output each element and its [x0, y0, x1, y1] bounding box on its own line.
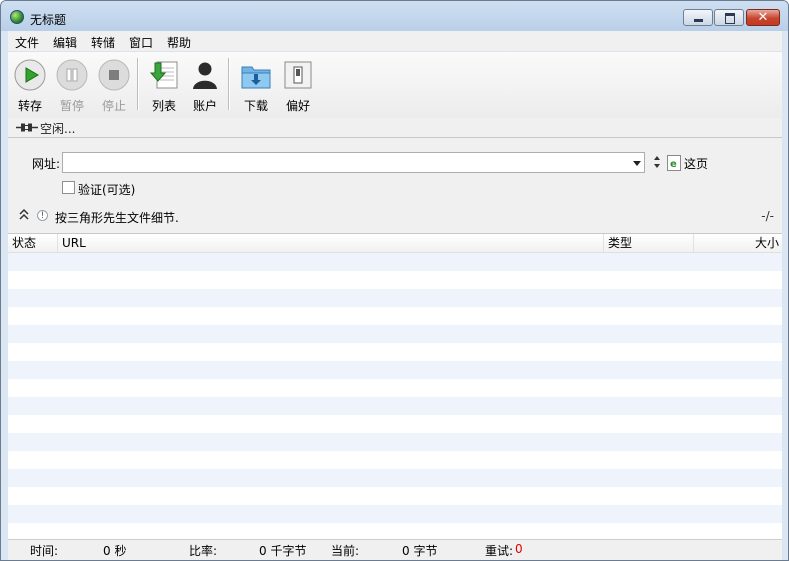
plug-icon [16, 123, 38, 132]
menu-window[interactable]: 窗口 [129, 34, 153, 51]
table-header: 状态 URL 类型 大小 [8, 234, 782, 253]
stop-label: 停止 [101, 99, 126, 113]
column-type[interactable]: 类型 [604, 234, 694, 252]
pause-label: 暂停 [59, 99, 84, 113]
column-size[interactable]: 大小 [694, 234, 782, 252]
maximize-button[interactable] [714, 9, 744, 26]
hint-text: 按三角形先生文件细节. [55, 211, 179, 225]
account-button[interactable]: 账户 [185, 57, 225, 113]
list-button[interactable]: 列表 [144, 57, 184, 113]
progress-indicator: -/- [761, 209, 774, 223]
maximize-icon [725, 13, 735, 24]
menu-file[interactable]: 文件 [15, 34, 39, 51]
retry-value: 0 [515, 542, 523, 556]
list-download-icon [148, 59, 180, 91]
footer-stats: 时间: 0 秒 比率: 0 千字节 当前: 0 字节 重试: 0 [8, 539, 782, 560]
url-label: 网址: [32, 157, 61, 171]
time-value: 0 秒 [103, 544, 127, 558]
ratio-label: 比率: [189, 544, 218, 558]
svg-text:e: e [670, 159, 677, 170]
time-label: 时间: [30, 544, 59, 558]
connection-status-bar: 空闲... [8, 118, 782, 138]
close-icon: ✕ [757, 10, 769, 25]
menu-bar: 文件 编辑 转储 窗口 帮助 [8, 31, 782, 52]
chevron-down-icon[interactable] [633, 161, 641, 166]
toolbar: 转存 暂停 停止 列表 账户 下载 偏好 [8, 52, 782, 119]
menu-edit[interactable]: 编辑 [53, 34, 77, 51]
preferences-button[interactable]: 偏好 [278, 57, 318, 113]
close-button[interactable]: ✕ [746, 9, 780, 26]
app-window: 无标题 ✕ 文件 编辑 转储 窗口 帮助 转存 暂停 停止 列表 账户 下载 偏… [0, 0, 789, 561]
verify-label[interactable]: 验证(可选) [78, 181, 135, 198]
save-button[interactable]: 转存 [10, 57, 50, 113]
this-page-button[interactable]: e 这页 [667, 154, 727, 172]
column-url[interactable]: URL [58, 234, 604, 252]
current-label: 当前: [331, 544, 360, 558]
list-label: 列表 [151, 99, 176, 113]
collapse-chevron-icon[interactable] [19, 208, 29, 222]
title-bar: 无标题 ✕ [1, 1, 788, 31]
user-icon [189, 59, 221, 91]
download-table: 状态 URL 类型 大小 [8, 233, 782, 540]
preferences-label: 偏好 [285, 99, 310, 113]
table-body[interactable] [8, 253, 782, 540]
download-label: 下载 [243, 99, 268, 113]
this-page-label: 这页 [684, 157, 709, 171]
ie-page-icon: e [667, 155, 681, 171]
ratio-value: 0 千字节 [259, 544, 307, 558]
retry-label: 重试: [485, 544, 514, 558]
verify-checkbox[interactable] [62, 181, 75, 194]
toolbar-separator [228, 58, 230, 110]
info-icon: ! [37, 210, 48, 221]
play-icon [14, 59, 46, 91]
download-folder-icon [240, 59, 272, 91]
spinner-arrows-icon[interactable] [653, 155, 661, 169]
url-input[interactable] [62, 152, 645, 173]
minimize-button[interactable] [683, 9, 713, 26]
app-globe-icon [10, 10, 24, 24]
download-button[interactable]: 下载 [236, 57, 276, 113]
minimize-icon [694, 19, 703, 22]
status-text: 空闲... [40, 122, 76, 136]
current-value: 0 字节 [402, 544, 438, 558]
input-panel: 网址: e 这页 验证(可选) ! 按三角形先生文件细节. -/- [8, 138, 782, 233]
menu-help[interactable]: 帮助 [167, 34, 191, 51]
save-label: 转存 [17, 99, 42, 113]
pause-button[interactable]: 暂停 [52, 57, 92, 113]
window-title: 无标题 [30, 13, 67, 27]
stop-icon [98, 59, 130, 91]
pause-icon [56, 59, 88, 91]
menu-dump[interactable]: 转储 [91, 34, 115, 51]
toolbar-separator [137, 58, 139, 110]
stop-button[interactable]: 停止 [94, 57, 134, 113]
switch-icon [282, 59, 314, 91]
account-label: 账户 [192, 99, 217, 113]
column-status[interactable]: 状态 [8, 234, 58, 252]
